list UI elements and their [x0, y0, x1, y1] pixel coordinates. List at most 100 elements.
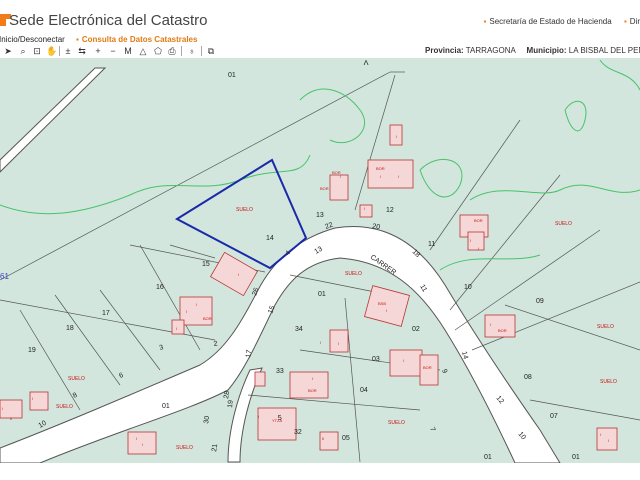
minus-icon[interactable]: − — [108, 46, 118, 56]
search-icon[interactable]: ⌕ — [18, 46, 28, 56]
building-label: BOR — [376, 166, 385, 171]
locate-icon[interactable]: ♁ — [187, 46, 197, 56]
road-number: 2 — [213, 340, 218, 348]
buildings — [0, 124, 618, 455]
link-hacienda[interactable]: Secretaría de Estado de Hacienda — [489, 17, 611, 26]
plus-icon[interactable]: + — [93, 46, 103, 56]
arrow-icon[interactable]: ➤ — [3, 46, 13, 56]
chevron-up-icon[interactable]: ˄ — [360, 59, 372, 69]
tab-consulta[interactable]: ▪ Consulta de Datos Catastrales — [76, 35, 197, 44]
parcel-number: 11 — [428, 241, 435, 248]
parcel-number: 15 — [202, 261, 210, 268]
link-direccion[interactable]: Dir — [630, 17, 640, 26]
building-label: I — [340, 174, 341, 179]
road-number: 28 — [223, 390, 231, 399]
road-network — [0, 67, 561, 463]
site-header: Sede Electrónica del Catastro ▪ Secretarí… — [0, 0, 640, 34]
parcel-number: 08 — [524, 374, 532, 381]
building-label: I — [380, 174, 381, 179]
building-label: I — [2, 406, 3, 411]
building-label: I — [186, 309, 187, 314]
parcel-number: 13 — [316, 212, 324, 219]
road-number: 17 — [245, 349, 253, 358]
parcel-number: 07 — [550, 413, 558, 420]
bullet-icon: ▪ — [623, 17, 627, 26]
building-label: I — [258, 414, 259, 419]
building-label: I — [142, 442, 143, 447]
measure-icon[interactable]: M — [123, 46, 133, 56]
building-label: I — [32, 396, 33, 401]
cadastral-map[interactable]: 01 13 12 14 11 15 10 16 01 09 17 34 02 18 03 19 33 08 04 01… — [0, 58, 640, 463]
building-label: BOR — [320, 186, 329, 191]
building-label: I — [364, 206, 365, 211]
building-label: I — [470, 238, 471, 243]
road-number: 6 — [118, 372, 124, 380]
side-number: 61 — [0, 272, 9, 281]
parcel-number: 04 — [360, 387, 368, 394]
parcel-number: 01 — [572, 454, 580, 461]
building-label: BOR — [308, 388, 317, 393]
land-label: SUELO — [597, 324, 614, 330]
login-link[interactable]: Inicio/Desconectar — [0, 35, 65, 44]
land-label: SUELO — [600, 379, 617, 385]
toolbar-divider — [59, 46, 60, 56]
zoom-in-icon[interactable]: ± — [63, 46, 73, 56]
land-label: SUELO — [56, 404, 73, 410]
land-label: SUELO — [555, 221, 572, 227]
print-icon[interactable]: ⎙ — [167, 46, 177, 56]
parcel-number: 09 — [536, 298, 544, 305]
building-label: II — [10, 416, 12, 421]
building-label: I — [396, 134, 397, 139]
parcel-number: 33 — [276, 368, 284, 375]
polygon-icon[interactable]: ⬠ — [153, 46, 163, 56]
parcel-number: 18 — [66, 325, 74, 332]
road-number: 21 — [211, 443, 219, 452]
building-label: I — [490, 322, 491, 327]
parcel-number: 34 — [295, 326, 303, 333]
building-label: I — [238, 272, 239, 277]
building-label: I — [600, 432, 601, 437]
zoom-area-icon[interactable]: ⊡ — [32, 46, 42, 56]
municipality-label: Municipio: — [526, 46, 567, 55]
area-icon[interactable]: △ — [138, 46, 148, 56]
zoom-out-icon[interactable]: ⇆ — [77, 46, 87, 56]
building-label: I — [176, 326, 177, 331]
building-label: I — [398, 174, 399, 179]
building-label: I — [136, 436, 137, 441]
parcel-number: 17 — [102, 310, 110, 317]
tab-consulta-label: Consulta de Datos Catastrales — [81, 35, 198, 44]
land-label: SUELO — [345, 271, 362, 277]
layers-icon[interactable]: ⧉ — [206, 46, 216, 56]
road-number: 10 — [38, 420, 48, 430]
building-label: I — [338, 341, 339, 346]
parcel-number: 05 — [342, 435, 350, 442]
building-label: BSB — [378, 301, 386, 306]
bullet-icon: ▪ — [76, 35, 79, 44]
parcel-number: 01 — [318, 291, 326, 298]
parcel-number: 12 — [386, 207, 394, 214]
building-label: BOR — [203, 316, 212, 321]
catastro-logo-icon — [0, 14, 11, 26]
pan-icon[interactable]: ✋ — [46, 46, 57, 56]
parcel-number: 32 — [294, 429, 302, 436]
parcel-number: 16 — [156, 284, 164, 291]
building-label: I — [196, 302, 197, 307]
building-label: BOR — [474, 218, 483, 223]
building-label: I — [312, 376, 313, 381]
road-number: 15 — [267, 305, 276, 315]
building-label: BOR — [498, 328, 507, 333]
parcel-number: 03 — [372, 356, 380, 363]
building-label: BOR — [423, 365, 432, 370]
building-label: I — [403, 358, 404, 363]
parcel-number: 01 — [162, 403, 170, 410]
site-title: Sede Electrónica del Catastro — [9, 12, 208, 29]
building-label: I — [320, 340, 321, 345]
province-value: TARRAGONA — [465, 46, 516, 55]
bullet-icon: ▪ — [483, 17, 487, 26]
land-label: SUELO — [68, 376, 85, 382]
building-label: II — [322, 436, 324, 441]
parcel-number: 10 — [464, 284, 472, 291]
status-bar — [0, 463, 640, 480]
toolbar-divider — [181, 46, 182, 56]
road-left — [0, 67, 107, 173]
